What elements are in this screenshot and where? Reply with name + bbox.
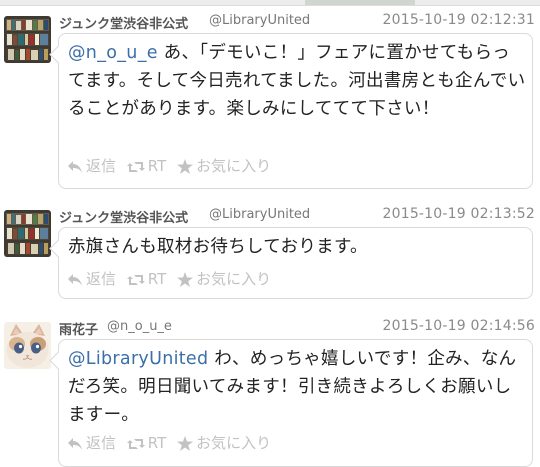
reply-icon — [68, 438, 82, 450]
favorite-label: お気に入り — [196, 434, 272, 452]
retweet-label: RT — [147, 156, 167, 175]
favorite-label: お気に入り — [196, 157, 272, 175]
retweet-button[interactable]: RT — [126, 156, 167, 175]
user-avatar[interactable] — [4, 210, 51, 257]
top-scroll-indicator — [0, 0, 540, 6]
retweet-button[interactable]: RT — [126, 433, 167, 452]
reply-icon — [68, 161, 82, 173]
tweet-bubble: @LibraryUnited わ、めっちゃ嬉しいです！企み、なんだろ笑。明日聞い… — [58, 339, 533, 467]
retweet-label: RT — [147, 269, 167, 288]
bookshelf-avatar-icon — [4, 210, 51, 257]
reply-button[interactable]: 返信 — [67, 432, 116, 453]
favorite-button[interactable]: お気に入り — [177, 155, 271, 176]
author-handle[interactable]: @n_o_u_e — [107, 319, 172, 334]
author-name[interactable]: 雨花子 — [59, 319, 98, 338]
tweet-text: @n_o_u_e あ、「デモいこ！」フェアに置かせてもらってます。そして今日売れ… — [68, 39, 526, 123]
reply-label: 返信 — [86, 434, 117, 452]
tweet-bubble: 赤旗さんも取材お待ちしております。 返信 RT お気に入り — [58, 227, 533, 299]
tweet-timestamp[interactable]: 2015-10-19 02:14:56 — [383, 318, 536, 334]
favorite-label: お気に入り — [196, 270, 272, 288]
retweet-icon — [126, 274, 145, 285]
retweet-icon — [126, 161, 145, 172]
reply-button[interactable]: 返信 — [67, 268, 116, 289]
tweet-timestamp[interactable]: 2015-10-19 02:12:31 — [383, 12, 536, 28]
favorite-button[interactable]: お気に入り — [177, 432, 271, 453]
tweet-header: ジュンク堂渋谷非公式 @LibraryUnited 2015-10-19 02:… — [59, 204, 535, 226]
author-handle[interactable]: @LibraryUnited — [209, 13, 310, 28]
user-avatar[interactable] — [4, 322, 51, 369]
star-icon — [177, 272, 194, 287]
tweet-actions: 返信 RT お気に入り — [67, 268, 277, 288]
tweet-text: @LibraryUnited わ、めっちゃ嬉しいです！企み、なんだろ笑。明日聞い… — [68, 345, 526, 429]
kitten-avatar-icon — [4, 322, 51, 369]
mention-link[interactable]: @n_o_u_e — [68, 43, 158, 63]
retweet-icon — [126, 438, 145, 449]
tweet-header: 雨花子 @n_o_u_e 2015-10-19 02:14:56 — [59, 316, 535, 338]
star-icon — [177, 436, 194, 451]
author-name[interactable]: ジュンク堂渋谷非公式 — [59, 207, 188, 226]
retweet-label: RT — [147, 433, 167, 452]
tweet-actions: 返信 RT お気に入り — [67, 155, 277, 175]
tweet-timestamp[interactable]: 2015-10-19 02:13:52 — [383, 206, 536, 222]
reply-button[interactable]: 返信 — [67, 155, 116, 176]
reply-label: 返信 — [86, 270, 117, 288]
reply-label: 返信 — [86, 157, 117, 175]
author-handle[interactable]: @LibraryUnited — [209, 207, 310, 222]
favorite-button[interactable]: お気に入り — [177, 268, 271, 289]
reply-icon — [68, 274, 82, 286]
tweet-bubble: @n_o_u_e あ、「デモいこ！」フェアに置かせてもらってます。そして今日売れ… — [58, 33, 533, 189]
star-icon — [177, 159, 194, 174]
tweet-actions: 返信 RT お気に入り — [67, 432, 277, 452]
bookshelf-avatar-icon — [4, 16, 51, 63]
mention-link[interactable]: @LibraryUnited — [68, 349, 208, 369]
tweet-header: ジュンク堂渋谷非公式 @LibraryUnited 2015-10-19 02:… — [59, 10, 535, 32]
retweet-button[interactable]: RT — [126, 269, 167, 288]
tweet-text: 赤旗さんも取材お待ちしております。 — [68, 233, 526, 261]
user-avatar[interactable] — [4, 16, 51, 63]
tweet-body: 赤旗さんも取材お待ちしております。 — [68, 237, 368, 257]
author-name[interactable]: ジュンク堂渋谷非公式 — [59, 13, 188, 32]
